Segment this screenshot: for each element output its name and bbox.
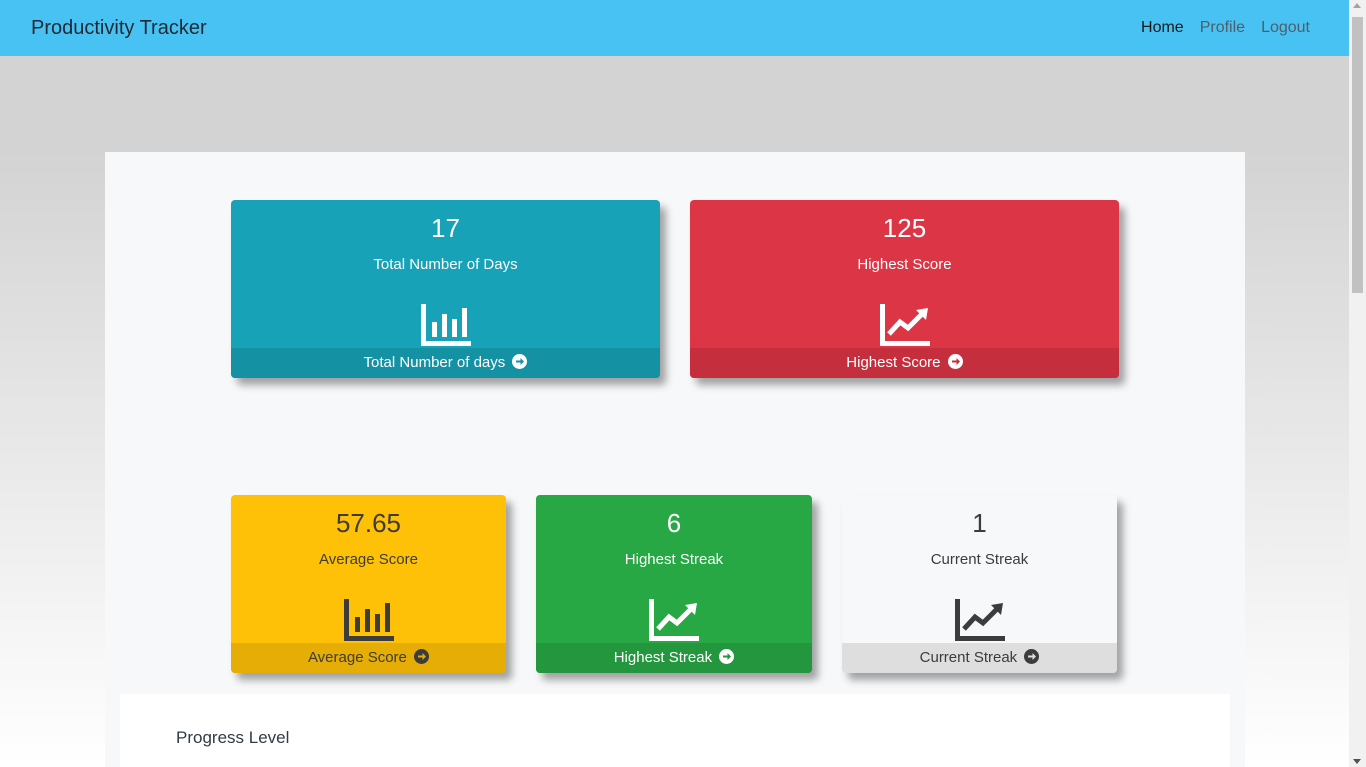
highest-score-card: 125 Highest Score Highest Score — [690, 200, 1119, 378]
highest-streak-title: Highest Streak — [624, 551, 724, 568]
total-days-footer-label: Total Number of days — [363, 354, 506, 371]
highest-streak-card: 6 Highest Streak Highest Streak — [536, 495, 812, 673]
line-chart-icon — [954, 599, 1005, 641]
current-streak-footer-link[interactable]: Current Streak — [842, 643, 1117, 673]
current-streak-value: 1 — [972, 508, 987, 538]
highest-score-value: 125 — [882, 213, 927, 243]
arrow-circle-right-icon — [719, 649, 735, 664]
arrow-circle-right-icon — [947, 354, 963, 369]
scroll-down-arrow-icon[interactable] — [1353, 759, 1361, 764]
total-days-footer-link[interactable]: Total Number of days — [231, 348, 660, 378]
line-chart-icon — [879, 304, 930, 346]
app-title[interactable]: Productivity Tracker — [31, 17, 207, 40]
nav-logout-link[interactable]: Logout — [1261, 19, 1310, 37]
progress-panel: Progress Level — [120, 694, 1230, 767]
average-score-footer-link[interactable]: Average Score — [231, 643, 506, 673]
average-score-title: Average Score — [319, 551, 418, 568]
bar-chart-icon — [343, 599, 394, 641]
arrow-circle-right-icon — [414, 649, 430, 664]
page-scrollbar[interactable] — [1349, 0, 1366, 767]
highest-streak-footer-link[interactable]: Highest Streak — [536, 643, 812, 673]
navbar: Productivity Tracker Home Profile Logout — [0, 0, 1349, 56]
total-days-card: 17 Total Number of Days Total Number of … — [231, 200, 660, 378]
highest-score-footer-link[interactable]: Highest Score — [690, 348, 1119, 378]
average-score-footer-label: Average Score — [307, 649, 407, 666]
highest-streak-value: 6 — [666, 508, 682, 538]
highest-score-footer-label: Highest Score — [846, 354, 941, 371]
highest-streak-footer-label: Highest Streak — [613, 649, 713, 666]
total-days-title: Total Number of Days — [373, 256, 518, 273]
average-score-value: 57.65 — [335, 508, 402, 538]
nav-links: Home Profile Logout — [1141, 19, 1310, 37]
scroll-thumb[interactable] — [1352, 17, 1363, 293]
arrow-circle-right-icon — [512, 354, 528, 369]
scroll-up-arrow-icon[interactable] — [1353, 3, 1361, 8]
highest-score-title: Highest Score — [857, 256, 952, 273]
line-chart-icon — [649, 599, 699, 641]
current-streak-footer-label: Current Streak — [919, 649, 1018, 666]
nav-profile-link[interactable]: Profile — [1200, 19, 1245, 37]
nav-home-link[interactable]: Home — [1141, 19, 1184, 37]
progress-title: Progress Level — [176, 728, 290, 747]
arrow-circle-right-icon — [1024, 649, 1040, 664]
total-days-value: 17 — [431, 213, 460, 243]
average-score-card: 57.65 Average Score Average Score — [231, 495, 506, 673]
current-streak-title: Current Streak — [930, 551, 1029, 568]
bar-chart-icon — [420, 304, 471, 346]
current-streak-card: 1 Current Streak Current Streak — [842, 495, 1117, 673]
